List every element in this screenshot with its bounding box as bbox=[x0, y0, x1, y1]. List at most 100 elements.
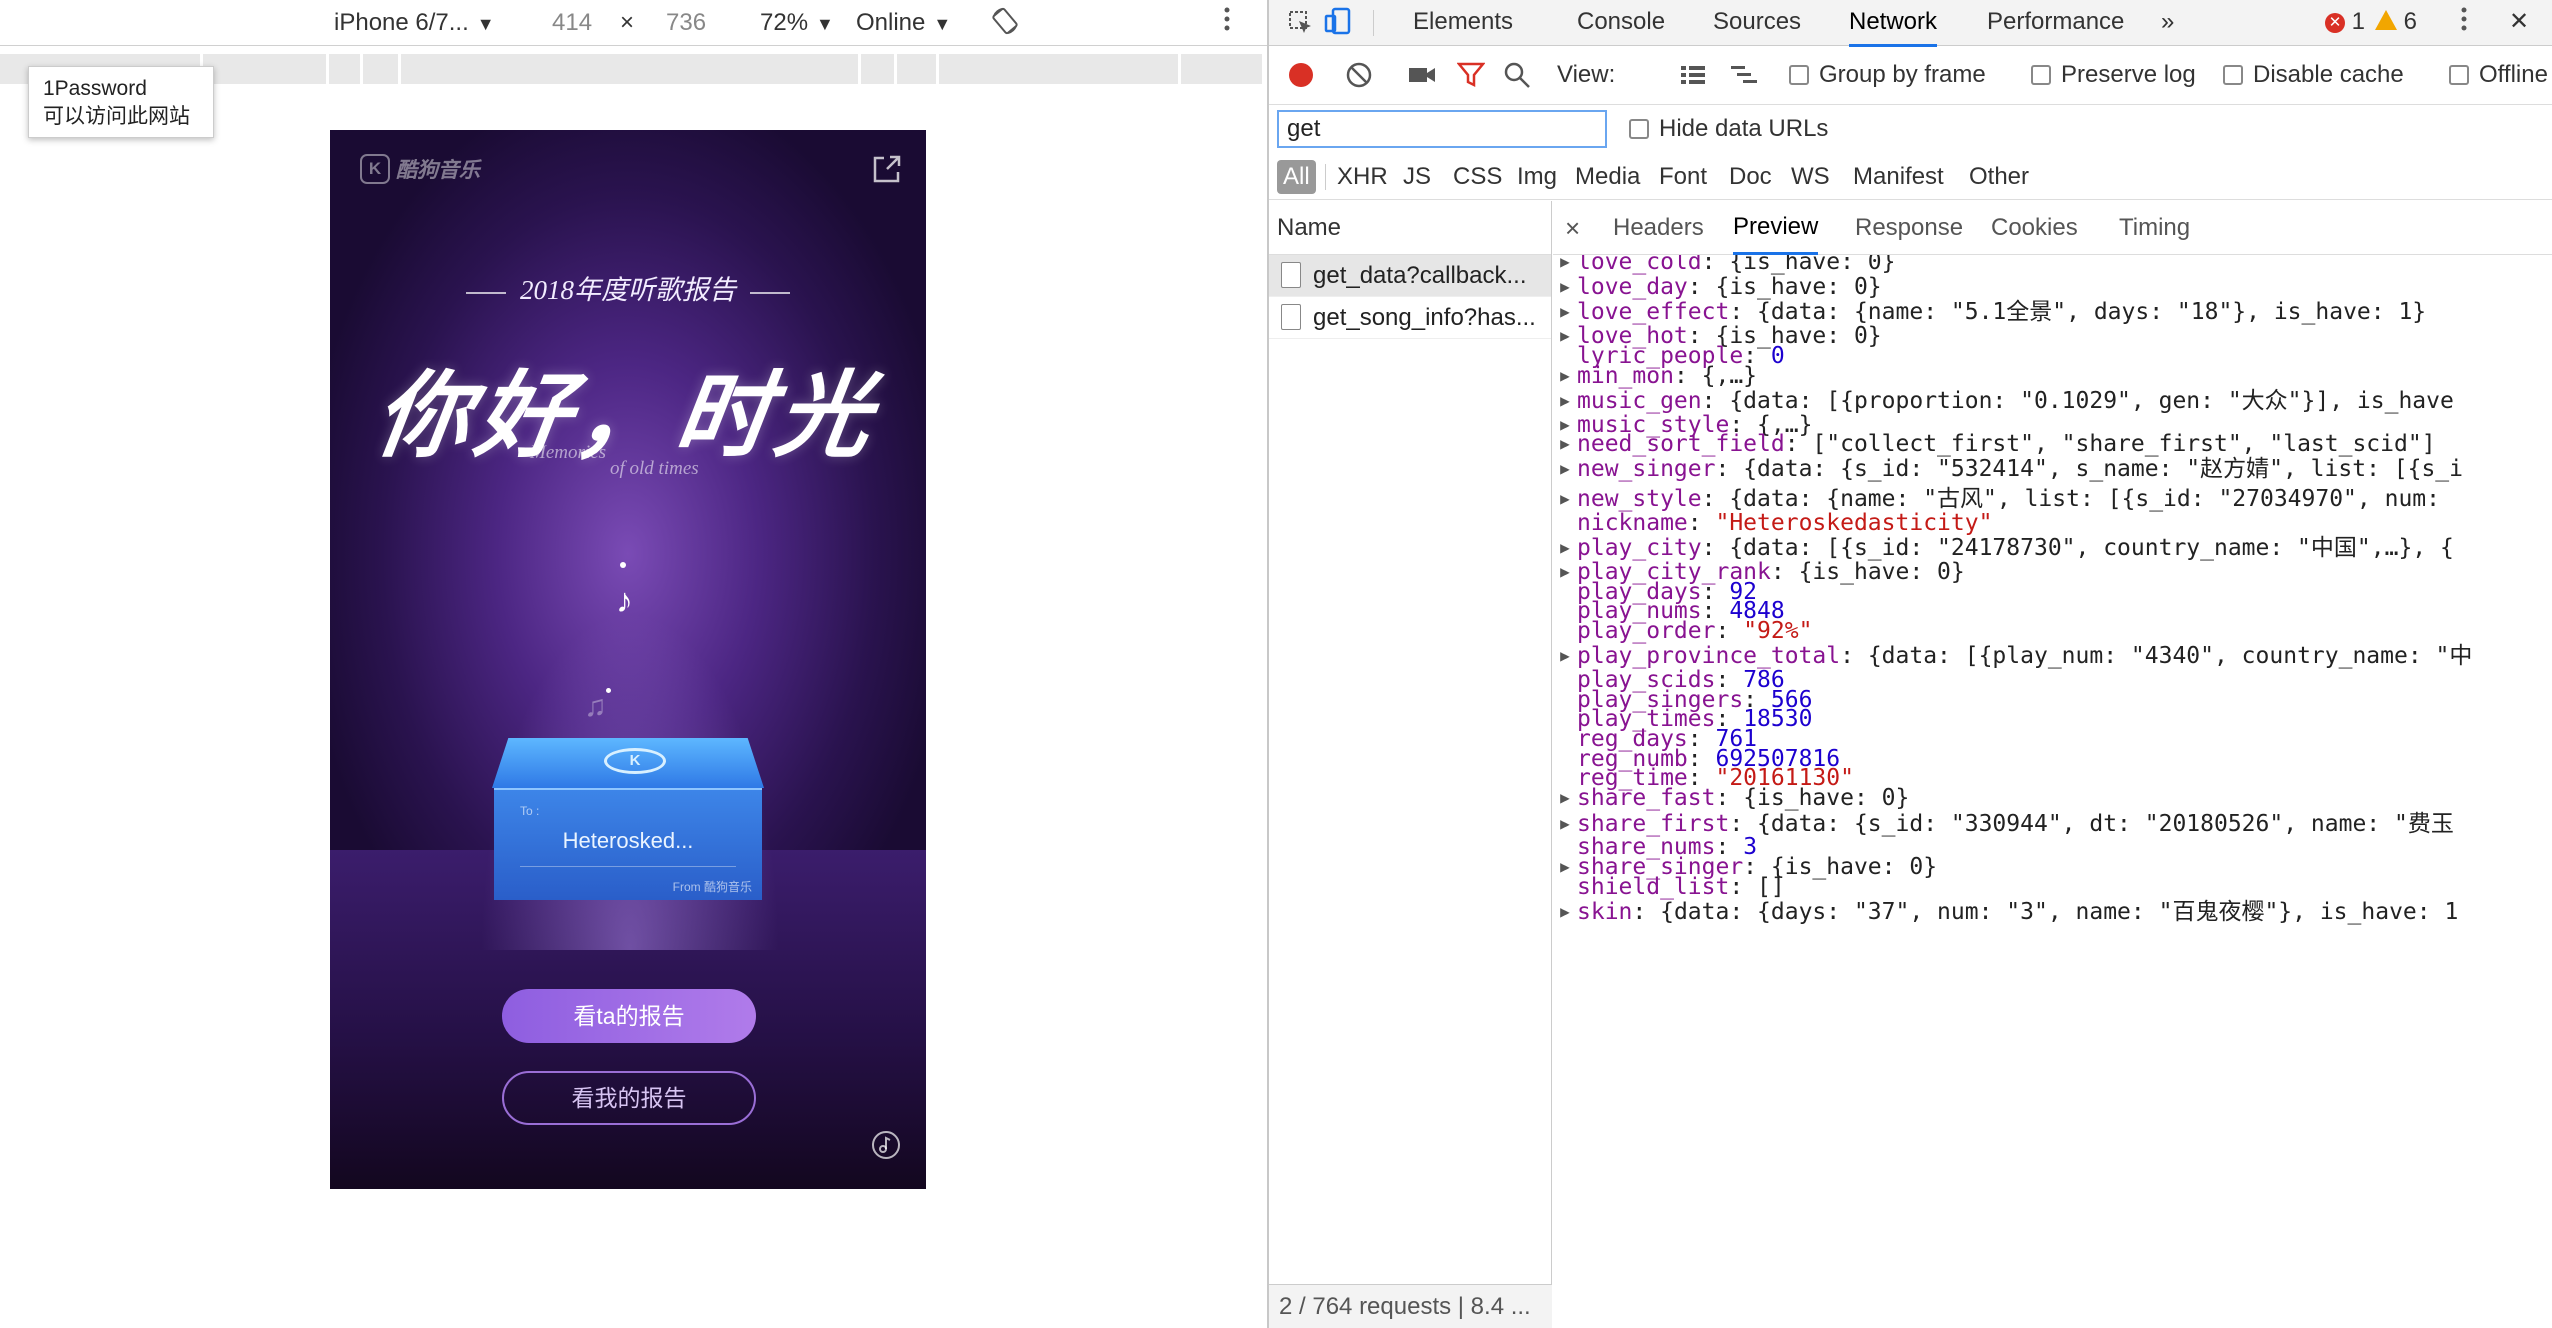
json-property[interactable]: ▶ new_singer: {data: {s_id: "532414", s_n… bbox=[1553, 454, 2552, 484]
device-select[interactable]: iPhone 6/7... ▼ bbox=[334, 8, 495, 39]
filter-row: Hide data URLs bbox=[1269, 106, 2552, 154]
password-manager-tooltip: 1Password 可以访问此网站 bbox=[28, 66, 214, 138]
expand-triangle-icon[interactable]: ▶ bbox=[1553, 897, 1577, 927]
view-label: View: bbox=[1557, 61, 1616, 88]
hero-subtitle-1: Memories bbox=[530, 442, 606, 463]
search-icon[interactable] bbox=[1503, 61, 1531, 97]
request-row[interactable]: get_data?callback... bbox=[1269, 255, 1551, 297]
chevron-down-icon: ▼ bbox=[933, 14, 952, 34]
tooltip-message: 可以访问此网站 bbox=[43, 105, 190, 128]
kugou-logo-icon: K bbox=[604, 748, 666, 774]
throttle-select[interactable]: Online ▼ bbox=[856, 8, 951, 39]
error-counter[interactable]: ✕ 1 bbox=[2325, 0, 2365, 44]
network-toolbar: View: Group by frame Preserve log Disabl… bbox=[1269, 47, 2552, 105]
report-title: 2018年度听歌报告 bbox=[330, 268, 926, 307]
tooltip-title: 1Password bbox=[43, 77, 147, 100]
gift-box[interactable]: To : Heterosked... From 酷狗音乐 bbox=[494, 788, 762, 900]
type-filter-img[interactable]: Img bbox=[1511, 160, 1563, 194]
type-filter-xhr[interactable]: XHR bbox=[1331, 160, 1394, 194]
request-row[interactable]: get_song_info?has... bbox=[1269, 297, 1551, 339]
type-filter-js[interactable]: JS bbox=[1397, 160, 1437, 194]
music-note-icon: ♫ bbox=[584, 690, 607, 723]
box-recipient-name: Heterosked... bbox=[562, 828, 694, 853]
hero-subtitle-2: of old times bbox=[610, 458, 699, 479]
error-count: 1 bbox=[2351, 8, 2366, 35]
more-vert-icon[interactable] bbox=[2459, 4, 2469, 49]
tab-headers[interactable]: Headers bbox=[1613, 201, 1704, 255]
request-detail: × Headers Preview Response Cookies Timin… bbox=[1553, 201, 2552, 1328]
file-icon bbox=[1281, 304, 1301, 330]
hide-data-urls-checkbox[interactable]: Hide data URLs bbox=[1629, 114, 1828, 144]
json-value: {data: {s_id: "532414", s_name: "赵方婧", l… bbox=[1743, 456, 2464, 482]
brand-logo: K 酷狗音乐 bbox=[360, 154, 480, 184]
music-icon[interactable] bbox=[870, 1129, 902, 1161]
list-view-icon[interactable] bbox=[1679, 63, 1707, 95]
type-filter-manifest[interactable]: Manifest bbox=[1847, 160, 1950, 194]
dimension-separator: × bbox=[620, 9, 635, 36]
name-column-header[interactable]: Name bbox=[1269, 201, 1551, 255]
camera-icon[interactable] bbox=[1407, 63, 1437, 95]
height-input[interactable]: 736 bbox=[666, 8, 706, 38]
json-key: skin bbox=[1577, 899, 1633, 925]
record-icon[interactable] bbox=[1287, 61, 1315, 97]
tab-cookies[interactable]: Cookies bbox=[1991, 201, 2078, 255]
phone-viewport: K 酷狗音乐 2018年度听歌报告 你好，时光 Memories of old … bbox=[330, 130, 926, 1189]
tab-console[interactable]: Console bbox=[1577, 0, 1665, 44]
json-key: share_fast bbox=[1577, 785, 1716, 811]
type-filter-all[interactable]: All bbox=[1277, 160, 1316, 194]
rotate-icon[interactable] bbox=[990, 6, 1020, 44]
view-my-report-button[interactable]: 看我的报告 bbox=[502, 1071, 756, 1125]
more-vert-icon[interactable] bbox=[1222, 4, 1232, 42]
brand-name: 酷狗音乐 bbox=[396, 159, 480, 182]
disable-cache-checkbox[interactable]: Disable cache bbox=[2223, 60, 2404, 90]
expand-triangle-icon[interactable]: ▶ bbox=[1553, 454, 1577, 484]
hero-title: 你好，时光 bbox=[368, 365, 884, 469]
json-value: {is_have: 0} bbox=[1743, 785, 1910, 811]
clear-icon[interactable] bbox=[1345, 61, 1373, 97]
sparkle-dot bbox=[606, 688, 611, 693]
type-filter-font[interactable]: Font bbox=[1653, 160, 1713, 194]
warning-counter[interactable]: 6 bbox=[2375, 0, 2417, 44]
box-from-label: From 酷狗音乐 bbox=[672, 880, 752, 894]
detail-tabbar: × Headers Preview Response Cookies Timin… bbox=[1553, 201, 2552, 255]
warning-count: 6 bbox=[2403, 8, 2418, 35]
json-key: new_singer bbox=[1577, 456, 1716, 482]
json-property[interactable]: ▶ skin: {data: {days: "37", num: "3", nam… bbox=[1553, 897, 2552, 927]
json-preview: ▶ love_cold: {is_have: 0} ▶ love_day: {is_h… bbox=[1553, 255, 2552, 1328]
devtools-tabbar: Elements Console Sources Network Perform… bbox=[1269, 0, 2552, 49]
type-filter-css[interactable]: CSS bbox=[1447, 160, 1508, 194]
waterfall-view-icon[interactable] bbox=[1729, 63, 1759, 95]
offline-checkbox[interactable]: Offline bbox=[2449, 60, 2548, 90]
filter-icon[interactable] bbox=[1456, 61, 1486, 97]
preserve-log-checkbox[interactable]: Preserve log bbox=[2031, 60, 2196, 90]
request-name: get_song_info?has... bbox=[1313, 304, 1536, 331]
type-filter-doc[interactable]: Doc bbox=[1723, 160, 1778, 194]
tab-response[interactable]: Response bbox=[1855, 201, 1963, 255]
kugou-logo-icon: K bbox=[360, 154, 390, 184]
inspect-icon[interactable] bbox=[1287, 8, 1315, 52]
view-ta-report-button[interactable]: 看ta的报告 bbox=[502, 989, 756, 1043]
tab-sources[interactable]: Sources bbox=[1713, 0, 1801, 44]
close-detail-icon[interactable]: × bbox=[1565, 201, 1580, 255]
type-filter-media[interactable]: Media bbox=[1569, 160, 1646, 194]
close-icon[interactable]: ✕ bbox=[2509, 0, 2529, 44]
tab-preview[interactable]: Preview bbox=[1733, 201, 1819, 255]
zoom-select[interactable]: 72% ▼ bbox=[760, 8, 834, 39]
share-icon[interactable] bbox=[870, 152, 904, 186]
tab-timing[interactable]: Timing bbox=[2119, 201, 2190, 255]
group-by-frame-checkbox[interactable]: Group by frame bbox=[1789, 60, 1986, 90]
filter-input[interactable] bbox=[1277, 110, 1607, 148]
chevron-down-icon: ▼ bbox=[816, 14, 834, 34]
request-name: get_data?callback... bbox=[1313, 262, 1527, 289]
device-toggle-icon[interactable] bbox=[1323, 6, 1353, 51]
type-filter-other[interactable]: Other bbox=[1963, 160, 2035, 194]
device-toolbar: iPhone 6/7... ▼ 414 × 736 72% ▼ Online ▼ bbox=[0, 0, 1267, 46]
width-input[interactable]: 414 bbox=[552, 8, 592, 38]
more-tabs-icon[interactable]: » bbox=[2161, 0, 2174, 44]
tab-performance[interactable]: Performance bbox=[1987, 0, 2124, 44]
tab-network[interactable]: Network bbox=[1849, 0, 1938, 47]
tab-elements[interactable]: Elements bbox=[1413, 0, 1513, 44]
devtools-panel: Elements Console Sources Network Perform… bbox=[1267, 0, 2552, 1328]
type-filter-ws[interactable]: WS bbox=[1785, 160, 1836, 194]
request-summary: 2 / 764 requests | 8.4 ... bbox=[1269, 1284, 1552, 1328]
